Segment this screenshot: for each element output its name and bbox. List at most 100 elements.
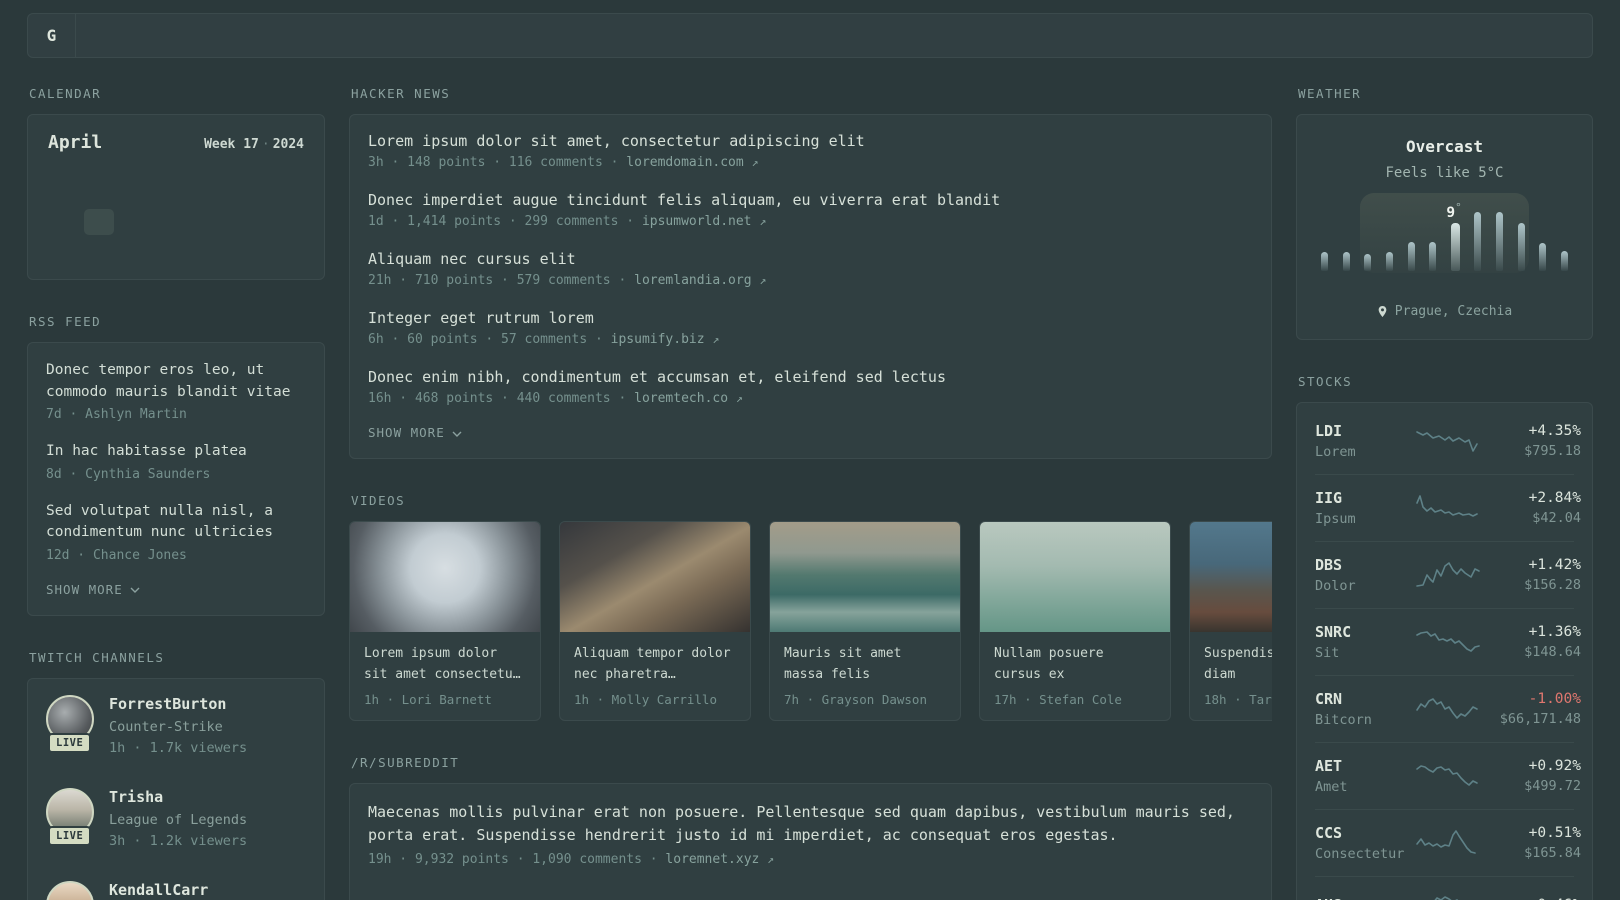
video-thumbnail[interactable] xyxy=(560,522,750,632)
video-title-line[interactable]: nec pharetra… xyxy=(574,664,736,685)
video-title-line[interactable]: diam xyxy=(1204,664,1272,685)
weather-chart: 9° xyxy=(1319,193,1570,291)
hackernews-domain-link[interactable]: ipsumify.biz xyxy=(611,332,705,347)
video-title-line[interactable]: Aliquam tempor dolor xyxy=(574,643,736,664)
weather-bar xyxy=(1429,242,1437,271)
video-thumbnail[interactable] xyxy=(1190,522,1272,632)
external-link-icon: ↗ xyxy=(751,155,759,169)
video-title-line[interactable]: cursus ex xyxy=(994,664,1156,685)
hackernews-item-meta: 6h · 60 points · 57 comments · ipsumify.… xyxy=(368,332,720,347)
twitch-channel-name[interactable]: Trisha xyxy=(109,788,247,806)
video-card[interactable]: Mauris sit amet massa felis 7h · Grayson… xyxy=(769,521,961,721)
calendar-widget: CALENDAR April Week 17 · 2024 xyxy=(27,86,325,280)
calendar-day xyxy=(238,240,268,266)
video-thumbnail[interactable] xyxy=(980,522,1170,632)
page-tab[interactable] xyxy=(85,14,113,57)
hackernews-domain-link[interactable]: loremtech.co xyxy=(634,391,728,406)
video-title-line[interactable]: sit amet consectetu… xyxy=(364,664,526,685)
stock-change: -1.00% xyxy=(1528,691,1581,707)
video-title-line[interactable]: massa felis xyxy=(784,664,946,685)
video-title-line[interactable]: Nullam posuere xyxy=(994,643,1156,664)
hackernews-list: Lorem ipsum dolor sit amet, consectetur … xyxy=(368,132,1253,406)
chevron-down-icon xyxy=(130,587,140,593)
calendar-week-label: Week 17 · 2024 xyxy=(204,137,304,152)
hackernews-domain-link[interactable]: loremdomain.com xyxy=(626,155,743,170)
stock-change: +2.84% xyxy=(1528,490,1581,506)
calendar-dow-label xyxy=(233,162,271,178)
video-card-body: Nullam posuere cursus ex 17h · Stefan Co… xyxy=(980,632,1170,720)
video-thumbnail[interactable] xyxy=(350,522,540,632)
hackernews-domain-link[interactable]: ipsumworld.net xyxy=(642,214,752,229)
video-card[interactable]: Lorem ipsum dolor sit amet consectetu… 1… xyxy=(349,521,541,721)
video-card[interactable]: Aliquam tempor dolor nec pharetra… 1h · … xyxy=(559,521,751,721)
stock-ticker: AET xyxy=(1315,757,1343,775)
twitch-channel-name[interactable]: ForrestBurton xyxy=(109,695,247,713)
stock-right: +1.42% $156.28 xyxy=(1481,557,1581,593)
subreddit-post-title[interactable]: Maecenas mollis pulvinar erat non posuer… xyxy=(368,801,1253,847)
twitch-avatar-wrap: LIVE xyxy=(46,787,94,849)
hackernews-item-title[interactable]: Donec imperdiet augue tincidunt felis al… xyxy=(368,191,1253,209)
video-thumbnail[interactable] xyxy=(770,522,960,632)
rss-item-title[interactable]: Sed volutpat nulla nisl, a condimentum n… xyxy=(46,501,306,544)
weather-widget: WEATHER Overcast Feels like 5°C 9° Pragu… xyxy=(1296,86,1593,340)
stock-name: Ipsum xyxy=(1315,511,1356,527)
stock-row: LDI Lorem +4.35% $795.18 xyxy=(1315,408,1581,474)
rss-item: In hac habitasse platea 8d · Cynthia Sau… xyxy=(46,441,306,482)
hackernews-header: HACKER NEWS xyxy=(351,86,451,101)
stock-sparkline xyxy=(1415,559,1481,591)
rss-item-meta: 8d · Cynthia Saunders xyxy=(46,466,211,482)
rss-show-more-button[interactable]: SHOW MORE xyxy=(46,582,140,597)
calendar-dow-label xyxy=(195,162,233,178)
rss-item-title[interactable]: In hac habitasse platea xyxy=(46,441,306,463)
video-card-body: Suspendisse diam 18h · Tara xyxy=(1190,632,1272,720)
video-title-line[interactable]: Mauris sit amet xyxy=(784,643,946,664)
hackernews-item-title[interactable]: Donec enim nibh, condimentum et accumsan… xyxy=(368,368,1253,386)
stock-row: IIG Ipsum +2.84% $42.04 xyxy=(1315,474,1581,541)
stock-right: +1.36% $148.64 xyxy=(1481,624,1581,660)
stock-row: DBS Dolor +1.42% $156.28 xyxy=(1315,541,1581,608)
stock-name: Consectetur xyxy=(1315,846,1405,862)
logo-g[interactable]: G xyxy=(28,14,76,57)
hackernews-item: Integer eget rutrum lorem 6h · 60 points… xyxy=(368,309,1253,347)
hackernews-item-meta: 3h · 148 points · 116 comments · loremdo… xyxy=(368,155,759,170)
twitch-list: LIVE ForrestBurton Counter-Strike 1h · 1… xyxy=(46,694,306,900)
page-tab[interactable] xyxy=(113,14,141,57)
stock-price: $795.18 xyxy=(1524,443,1581,459)
video-card[interactable]: Nullam posuere cursus ex 17h · Stefan Co… xyxy=(979,521,1171,721)
twitch-channel-row[interactable]: LIVE Trisha League of Legends 3h · 1.2k … xyxy=(46,787,306,849)
video-title-line[interactable]: Lorem ipsum dolor xyxy=(364,643,526,664)
hackernews-item-title[interactable]: Lorem ipsum dolor sit amet, consectetur … xyxy=(368,132,1253,150)
stock-change: +0.51% xyxy=(1528,825,1581,841)
subreddit-domain-link[interactable]: loremnet.xyz xyxy=(665,852,759,867)
hackernews-item-meta: 1d · 1,414 points · 299 comments · ipsum… xyxy=(368,214,767,229)
rss-item-title[interactable]: Donec tempor eros leo, ut commodo mauris… xyxy=(46,360,306,403)
twitch-channel-row[interactable]: KendallCarr xyxy=(46,880,306,900)
hackernews-item-title[interactable]: Integer eget rutrum lorem xyxy=(368,309,1253,327)
calendar-top-row: April Week 17 · 2024 xyxy=(42,132,310,153)
twitch-channel-game: League of Legends xyxy=(109,811,248,828)
rss-item: Sed volutpat nulla nisl, a condimentum n… xyxy=(46,501,306,563)
calendar-day xyxy=(84,209,115,235)
hackernews-item-title[interactable]: Aliquam nec cursus elit xyxy=(368,250,1253,268)
stock-change: +1.42% xyxy=(1528,557,1581,573)
hackernews-show-more-button[interactable]: SHOW MORE xyxy=(368,425,462,440)
hackernews-domain-link[interactable]: loremlandia.org xyxy=(634,273,751,288)
twitch-channel-name[interactable]: KendallCarr xyxy=(109,881,208,899)
stock-right: +2.84% $42.04 xyxy=(1481,490,1581,526)
calendar-dow-label xyxy=(80,162,118,178)
video-meta: 17h · Stefan Cole xyxy=(994,692,1122,707)
hackernews-item-meta: 21h · 710 points · 579 comments · loreml… xyxy=(368,273,767,288)
subreddit-post-meta: 19h · 9,932 points · 1,090 comments · lo… xyxy=(368,852,775,867)
stocks-card: LDI Lorem +4.35% $795.18 IIG Ipsum +2.84… xyxy=(1296,402,1593,900)
video-card[interactable]: Suspendisse diam 18h · Tara xyxy=(1189,521,1272,721)
stock-left: SNRC Sit xyxy=(1315,623,1415,661)
avatar[interactable] xyxy=(46,880,94,900)
stock-name: Sit xyxy=(1315,645,1340,661)
page-tab[interactable] xyxy=(169,14,197,57)
twitch-channel-row[interactable]: LIVE ForrestBurton Counter-Strike 1h · 1… xyxy=(46,694,306,756)
video-title-line[interactable]: Suspendisse xyxy=(1204,643,1272,664)
weather-header: WEATHER xyxy=(1298,86,1362,101)
weather-bar xyxy=(1407,242,1415,271)
page-tab[interactable] xyxy=(141,14,169,57)
video-card-body: Mauris sit amet massa felis 7h · Grayson… xyxy=(770,632,960,720)
